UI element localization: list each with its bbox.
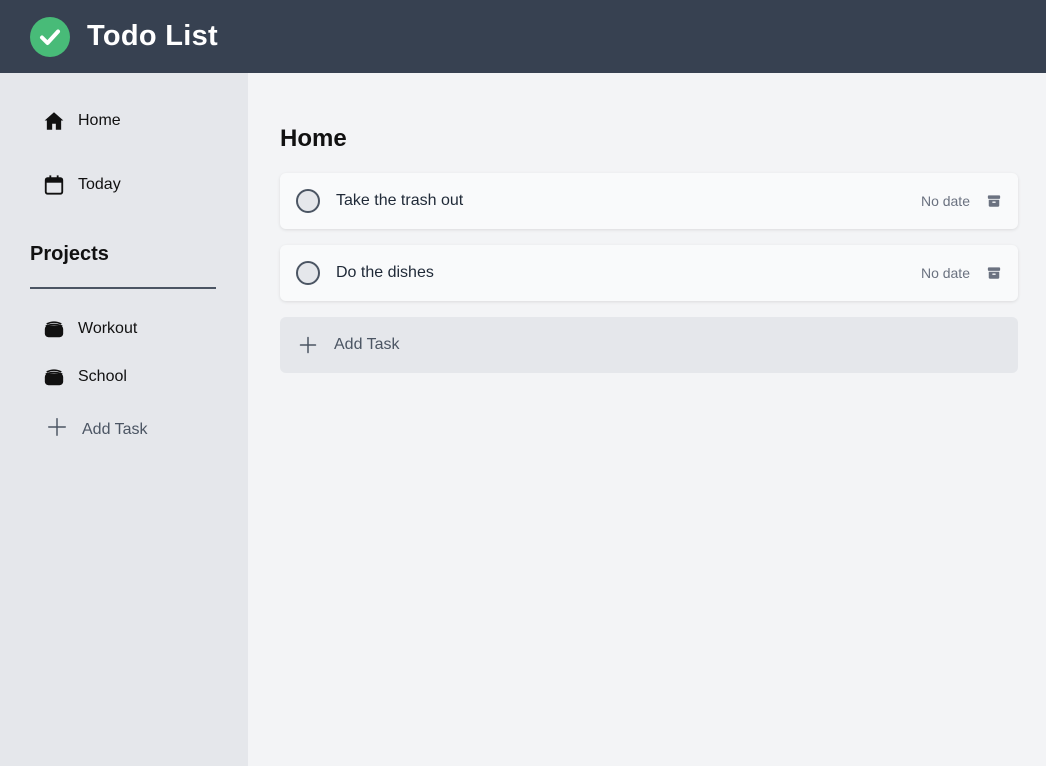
archive-icon[interactable] bbox=[986, 193, 1002, 209]
divider bbox=[30, 287, 216, 289]
archive-icon[interactable] bbox=[986, 265, 1002, 281]
task-title[interactable]: Take the trash out bbox=[336, 192, 921, 210]
sidebar-item-workout[interactable]: Workout bbox=[42, 317, 137, 341]
add-project-button[interactable]: Add Task bbox=[46, 416, 148, 443]
stack-icon bbox=[42, 317, 66, 341]
sidebar-item-school[interactable]: School bbox=[42, 365, 127, 389]
task-checkbox[interactable] bbox=[296, 189, 320, 213]
task-title[interactable]: Do the dishes bbox=[336, 264, 921, 282]
sidebar-item-label: School bbox=[78, 368, 127, 385]
sidebar-item-today[interactable]: Today bbox=[42, 173, 121, 197]
app-title: Todo List bbox=[87, 20, 219, 52]
page-title: Home bbox=[280, 125, 347, 152]
stack-icon bbox=[42, 365, 66, 389]
add-task-button[interactable]: Add Task bbox=[280, 317, 1018, 373]
task-item: Take the trash out No date bbox=[280, 173, 1018, 229]
check-circle-icon bbox=[30, 16, 70, 57]
calendar-icon bbox=[42, 173, 66, 197]
sidebar-item-label: Home bbox=[78, 112, 121, 129]
add-project-label: Add Task bbox=[82, 420, 148, 438]
projects-heading: Projects bbox=[30, 243, 109, 265]
app-header: Todo List bbox=[0, 0, 1046, 73]
sidebar: Home Today Projects Workout School Add T… bbox=[0, 73, 248, 766]
add-task-label: Add Task bbox=[334, 336, 400, 353]
sidebar-item-home[interactable]: Home bbox=[42, 109, 121, 133]
task-date[interactable]: No date bbox=[921, 265, 970, 281]
task-item: Do the dishes No date bbox=[280, 245, 1018, 301]
main-content: Home Take the trash out No date Do the d… bbox=[248, 73, 1046, 766]
task-date[interactable]: No date bbox=[921, 193, 970, 209]
plus-icon bbox=[298, 335, 318, 355]
sidebar-item-label: Workout bbox=[78, 320, 138, 337]
home-icon bbox=[42, 109, 66, 133]
task-checkbox[interactable] bbox=[296, 261, 320, 285]
sidebar-item-label: Today bbox=[78, 176, 121, 193]
plus-icon bbox=[46, 416, 68, 443]
